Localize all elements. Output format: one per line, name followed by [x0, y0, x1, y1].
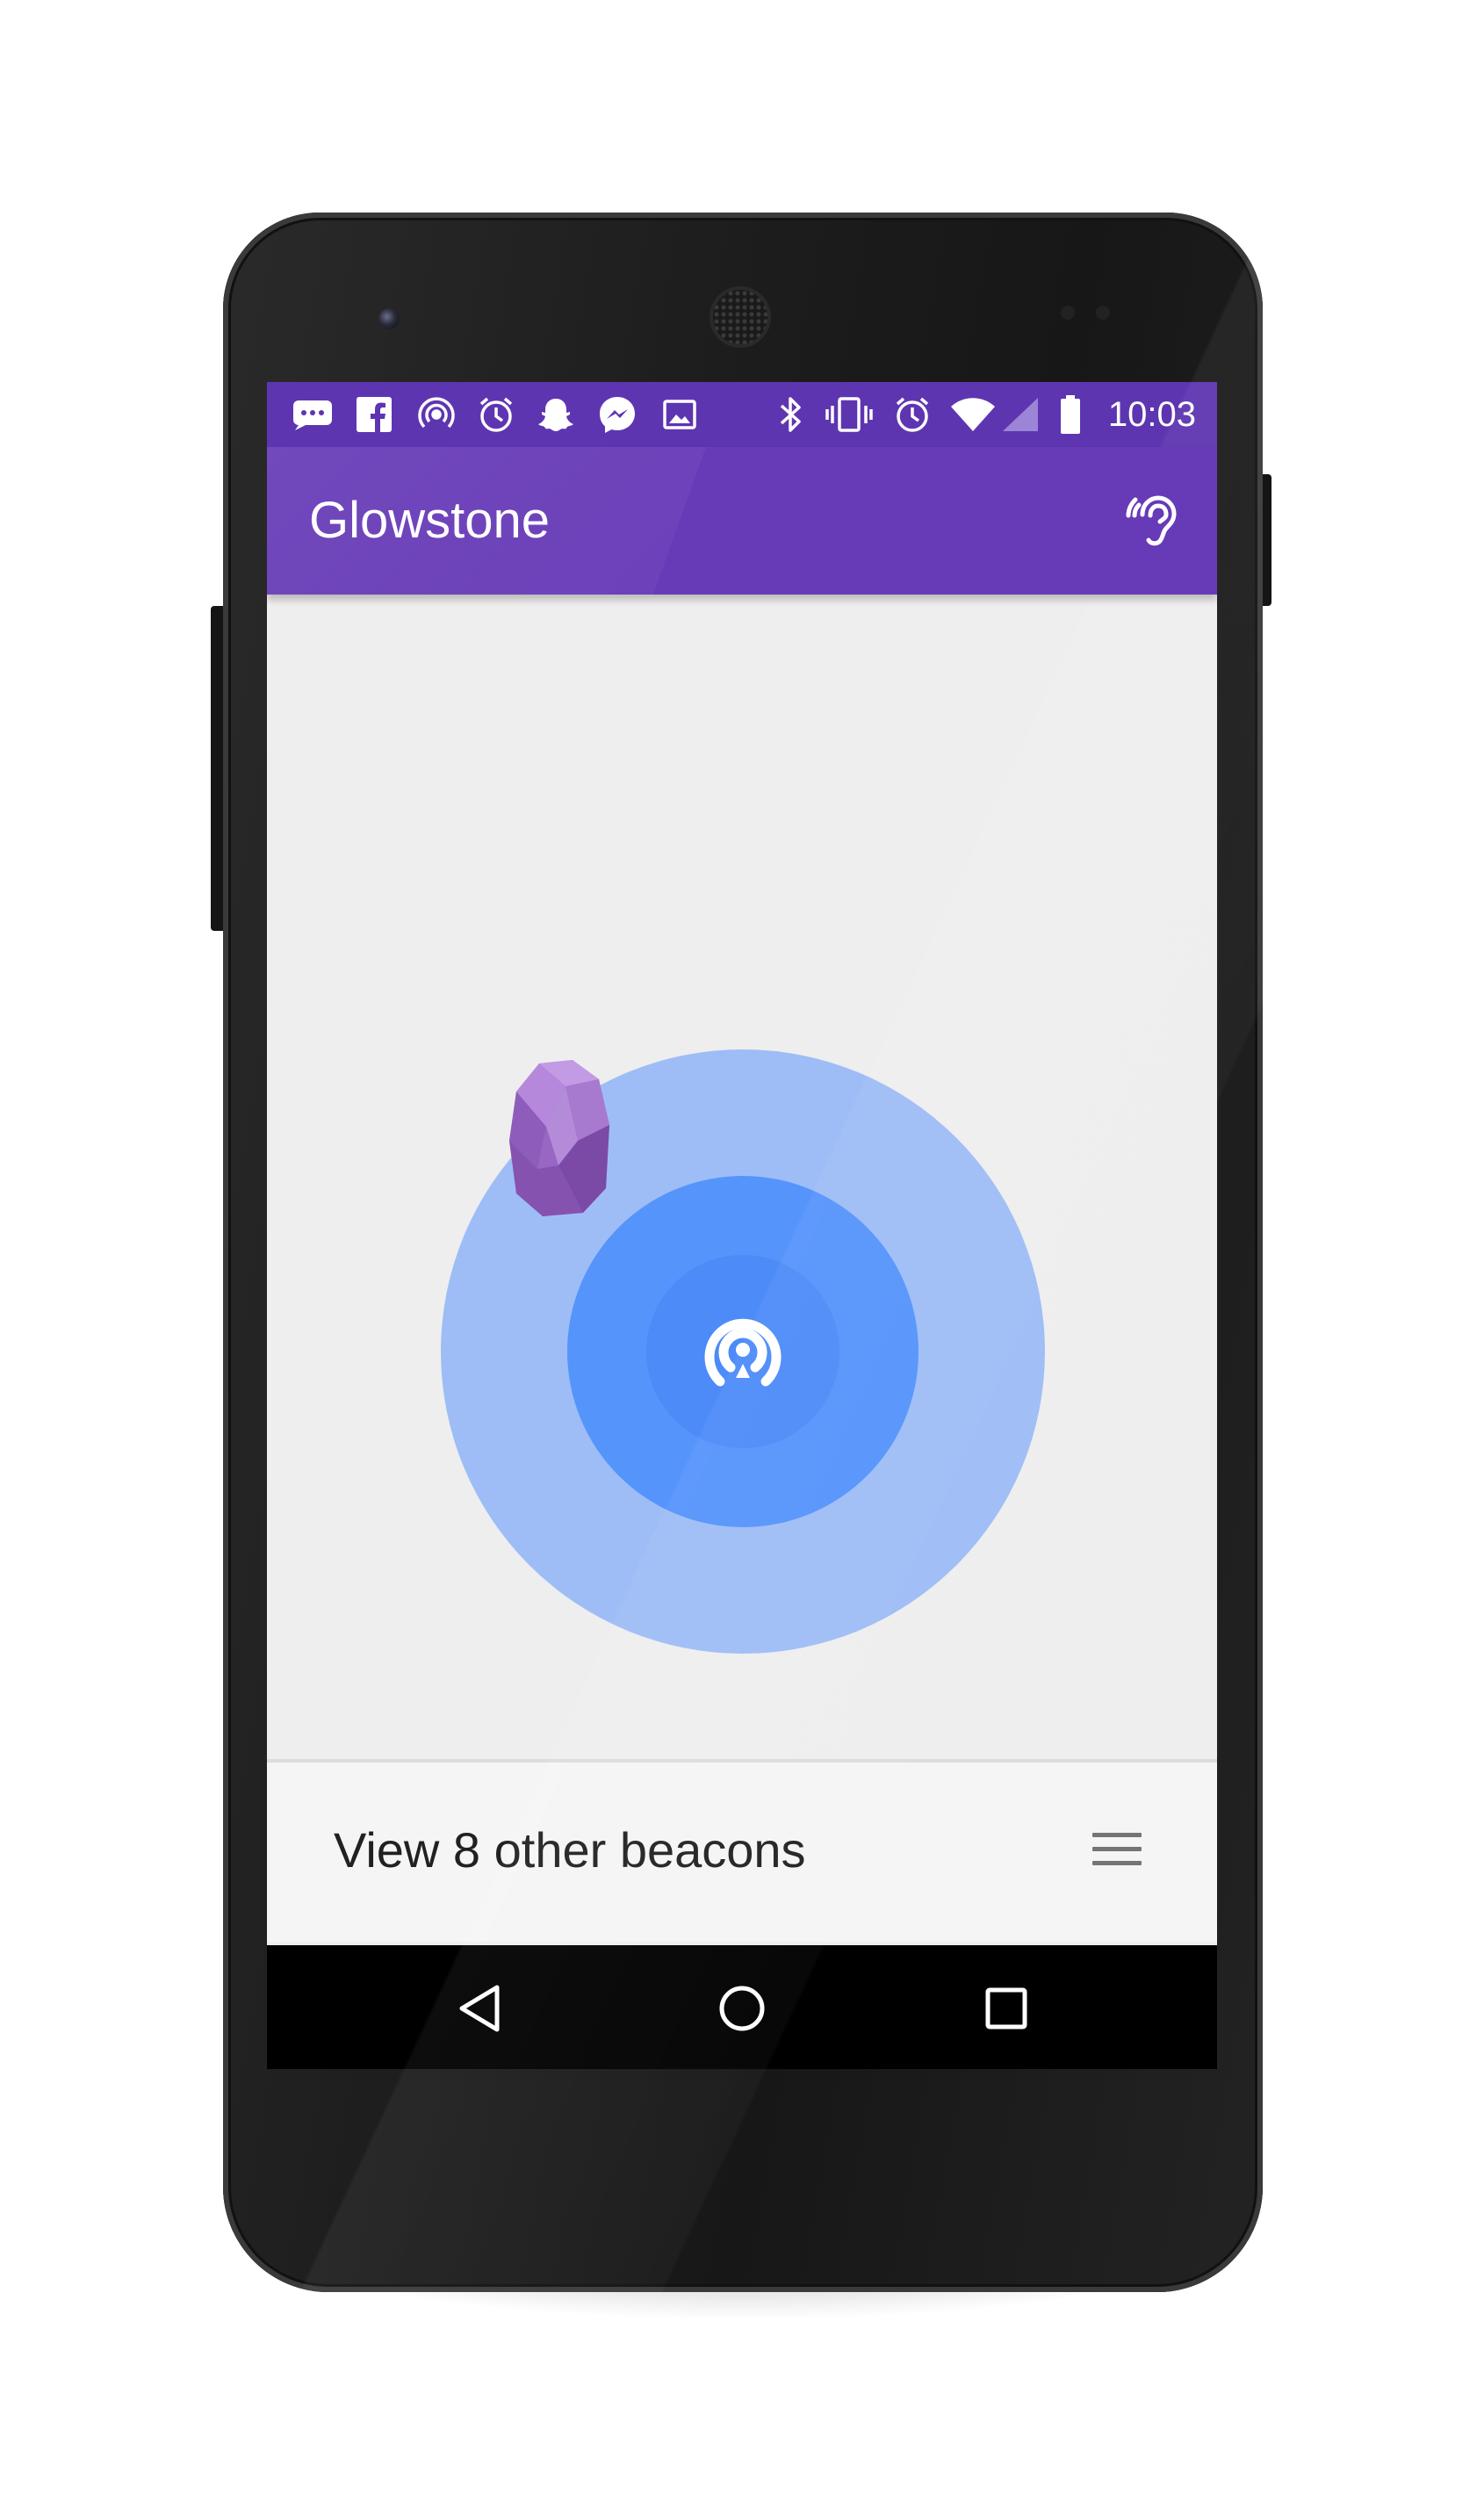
- recents-icon: [985, 1987, 1027, 2030]
- list-menu-icon[interactable]: [1092, 1831, 1142, 1870]
- nearby-beacon[interactable]: [504, 1056, 616, 1218]
- home-button[interactable]: [707, 1973, 777, 2044]
- facebook-icon: [355, 395, 393, 434]
- home-icon: [719, 1986, 765, 2031]
- status-clock: 10:03: [1107, 395, 1196, 434]
- radar-center: [646, 1255, 839, 1448]
- image-icon: [660, 395, 699, 434]
- vibrate-icon: [824, 395, 875, 434]
- cell-signal-icon: [999, 395, 1041, 434]
- battery-icon: [1057, 395, 1084, 434]
- ear-icon: [1126, 495, 1177, 546]
- estimote-beacon-icon: [509, 1060, 609, 1216]
- light-sensor: [1096, 306, 1110, 320]
- beacon-radar: [267, 595, 1217, 1738]
- bluetooth-icon: [774, 395, 806, 434]
- status-bar: 10:03: [267, 382, 1217, 447]
- navigation-bar: [267, 1945, 1217, 2069]
- alarm-notification-icon: [474, 395, 518, 434]
- messenger-icon: [597, 395, 638, 434]
- alarm-icon: [890, 395, 934, 434]
- front-camera: [378, 308, 400, 329]
- other-beacons-label: View 8 other beacons: [334, 1822, 806, 1878]
- app-bar: Glowstone: [267, 447, 1217, 595]
- back-icon: [459, 1985, 500, 2032]
- earpiece-speaker: [713, 290, 767, 344]
- back-button[interactable]: [444, 1973, 515, 2044]
- proximity-sensor: [1061, 306, 1075, 320]
- listen-button[interactable]: [1119, 486, 1189, 556]
- snapchat-icon: [536, 395, 576, 434]
- device-screen: 10:03 Glowstone View 8 other beacons: [267, 382, 1217, 2069]
- other-beacons-panel[interactable]: View 8 other beacons: [267, 1759, 1217, 1942]
- beacon-notification-icon: [416, 395, 457, 434]
- recents-button[interactable]: [971, 1973, 1041, 2044]
- wifi-icon: [948, 395, 998, 434]
- beacon-broadcast-icon: [704, 1318, 782, 1387]
- app-title: Glowstone: [309, 492, 551, 549]
- chat-notification-icon: [290, 395, 335, 434]
